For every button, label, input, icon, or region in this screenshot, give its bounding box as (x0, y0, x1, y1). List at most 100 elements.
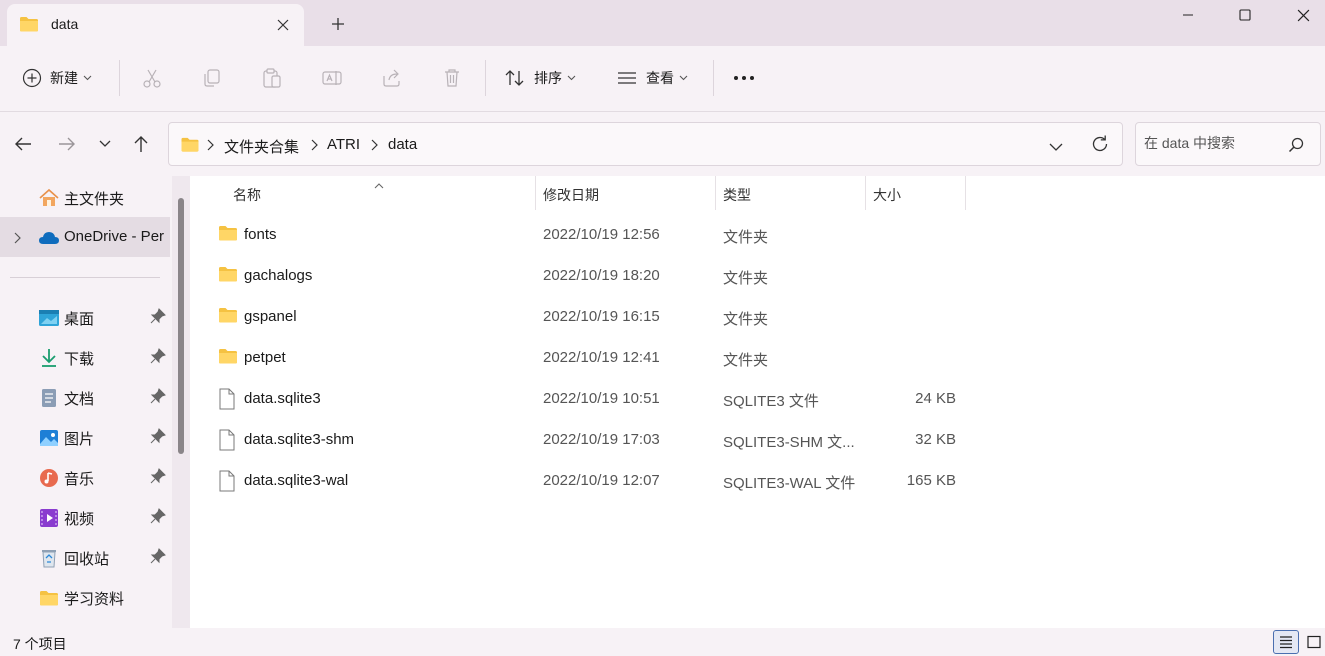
address-bar[interactable]: 文件夹合集 ATRI data (168, 122, 1123, 166)
file-row[interactable]: data.sqlite3 2022/10/19 10:51 SQLITE3 文件… (210, 380, 970, 418)
pin-icon[interactable] (150, 508, 166, 527)
more-options-button[interactable] (733, 62, 755, 94)
share-button[interactable] (381, 62, 403, 94)
column-divider[interactable] (965, 176, 966, 210)
column-divider[interactable] (535, 176, 536, 210)
recycle-bin-icon (38, 547, 60, 569)
file-name: data.sqlite3 (244, 390, 321, 407)
back-button[interactable] (9, 130, 37, 158)
pin-icon[interactable] (150, 308, 166, 327)
sidebar-scrollbar-thumb[interactable] (178, 198, 184, 454)
column-header-size[interactable]: 大小 (873, 185, 901, 205)
sidebar-item-home[interactable]: 主文件夹 (0, 177, 170, 217)
file-type: SQLITE3-SHM 文... (723, 434, 855, 451)
column-header-modified[interactable]: 修改日期 (543, 185, 599, 205)
up-button[interactable] (127, 130, 155, 158)
pin-icon[interactable] (150, 348, 166, 367)
file-modified: 2022/10/19 12:56 (543, 226, 660, 243)
breadcrumb-item[interactable]: 文件夹合集 (224, 136, 299, 157)
file-row[interactable]: data.sqlite3-wal 2022/10/19 12:07 SQLITE… (210, 462, 970, 500)
sort-indicator-icon (374, 176, 384, 192)
pin-icon[interactable] (150, 468, 166, 487)
minimize-icon (1183, 14, 1193, 16)
sidebar-item-music[interactable]: 音乐 (0, 457, 170, 497)
file-row[interactable]: petpet 2022/10/19 12:41 文件夹 (210, 339, 970, 377)
folder-icon (19, 15, 39, 36)
recent-locations-button[interactable] (91, 130, 119, 158)
file-size: 165 KB (906, 472, 956, 489)
address-row: 文件夹合集 ATRI data (0, 112, 1325, 176)
paste-icon (263, 68, 281, 88)
maximize-button[interactable] (1216, 0, 1274, 30)
chevron-right-icon[interactable] (14, 231, 21, 247)
details-view-button[interactable] (1273, 630, 1299, 654)
document-icon (38, 387, 60, 409)
sidebar-item-recycle-bin[interactable]: 回收站 (0, 537, 170, 577)
file-modified: 2022/10/19 12:41 (543, 349, 660, 366)
sort-label: 排序 (534, 70, 562, 86)
search-box[interactable] (1135, 122, 1321, 166)
breadcrumb-item[interactable]: data (388, 136, 417, 153)
sidebar-item-documents[interactable]: 文档 (0, 377, 170, 417)
breadcrumb-item[interactable]: ATRI (327, 136, 360, 153)
address-history-button[interactable] (1049, 139, 1063, 155)
close-tab-button[interactable] (271, 13, 295, 37)
view-button[interactable]: 查看 (616, 62, 688, 94)
chevron-right-icon[interactable] (207, 138, 214, 154)
sort-button[interactable]: 排序 (504, 62, 576, 94)
tab-data[interactable]: data (7, 4, 304, 46)
arrow-left-icon (15, 137, 31, 151)
arrow-right-icon (59, 137, 75, 151)
file-name: gspanel (244, 308, 297, 325)
chevron-right-icon[interactable] (311, 138, 318, 154)
sidebar-item-pictures[interactable]: 图片 (0, 417, 170, 457)
arrow-up-icon (134, 136, 148, 152)
copy-icon (204, 69, 220, 87)
file-modified: 2022/10/19 17:03 (543, 431, 660, 448)
folder-icon (218, 224, 238, 245)
list-view-icon (618, 72, 636, 84)
new-tab-button[interactable] (326, 12, 350, 36)
file-type: SQLITE3 文件 (723, 393, 819, 410)
sidebar-item-study-materials[interactable]: 学习资料 (0, 577, 170, 617)
item-count: 7 个项目 (13, 636, 67, 652)
file-modified: 2022/10/19 18:20 (543, 267, 660, 284)
maximize-icon (1239, 9, 1251, 21)
sidebar-item-label: 回收站 (64, 551, 110, 568)
file-row[interactable]: data.sqlite3-shm 2022/10/19 17:03 SQLITE… (210, 421, 970, 459)
sidebar-item-onedrive[interactable]: OneDrive - Per (0, 217, 170, 257)
video-icon (38, 507, 60, 529)
search-icon[interactable] (1288, 137, 1304, 156)
folder-icon (180, 136, 200, 156)
file-row[interactable]: gachalogs 2022/10/19 18:20 文件夹 (210, 257, 970, 295)
delete-button[interactable] (441, 62, 463, 94)
chevron-down-icon (1049, 143, 1063, 151)
column-divider[interactable] (865, 176, 866, 210)
column-divider[interactable] (715, 176, 716, 210)
file-row[interactable]: gspanel 2022/10/19 16:15 文件夹 (210, 298, 970, 336)
forward-button[interactable] (53, 130, 81, 158)
view-label: 查看 (646, 70, 674, 86)
sidebar-item-downloads[interactable]: 下载 (0, 337, 170, 377)
pin-icon[interactable] (150, 548, 166, 567)
paste-button[interactable] (261, 62, 283, 94)
home-icon (38, 187, 60, 209)
rename-button[interactable] (321, 62, 343, 94)
close-window-button[interactable] (1274, 0, 1325, 30)
tiles-view-button[interactable] (1301, 630, 1325, 654)
cut-button[interactable] (141, 62, 163, 94)
refresh-button[interactable] (1090, 134, 1110, 157)
minimize-button[interactable] (1159, 0, 1217, 30)
copy-button[interactable] (201, 62, 223, 94)
chevron-right-icon[interactable] (371, 138, 378, 154)
sidebar-item-videos[interactable]: 视频 (0, 497, 170, 537)
pin-icon[interactable] (150, 428, 166, 447)
column-header-name[interactable]: 名称 (233, 185, 261, 205)
search-input[interactable] (1144, 135, 1284, 151)
pin-icon[interactable] (150, 388, 166, 407)
sidebar-item-desktop[interactable]: 桌面 (0, 297, 170, 337)
column-header-type[interactable]: 类型 (723, 185, 751, 205)
close-icon (1297, 9, 1309, 21)
file-row[interactable]: fonts 2022/10/19 12:56 文件夹 (210, 216, 970, 254)
new-button[interactable]: 新建 (22, 62, 92, 94)
